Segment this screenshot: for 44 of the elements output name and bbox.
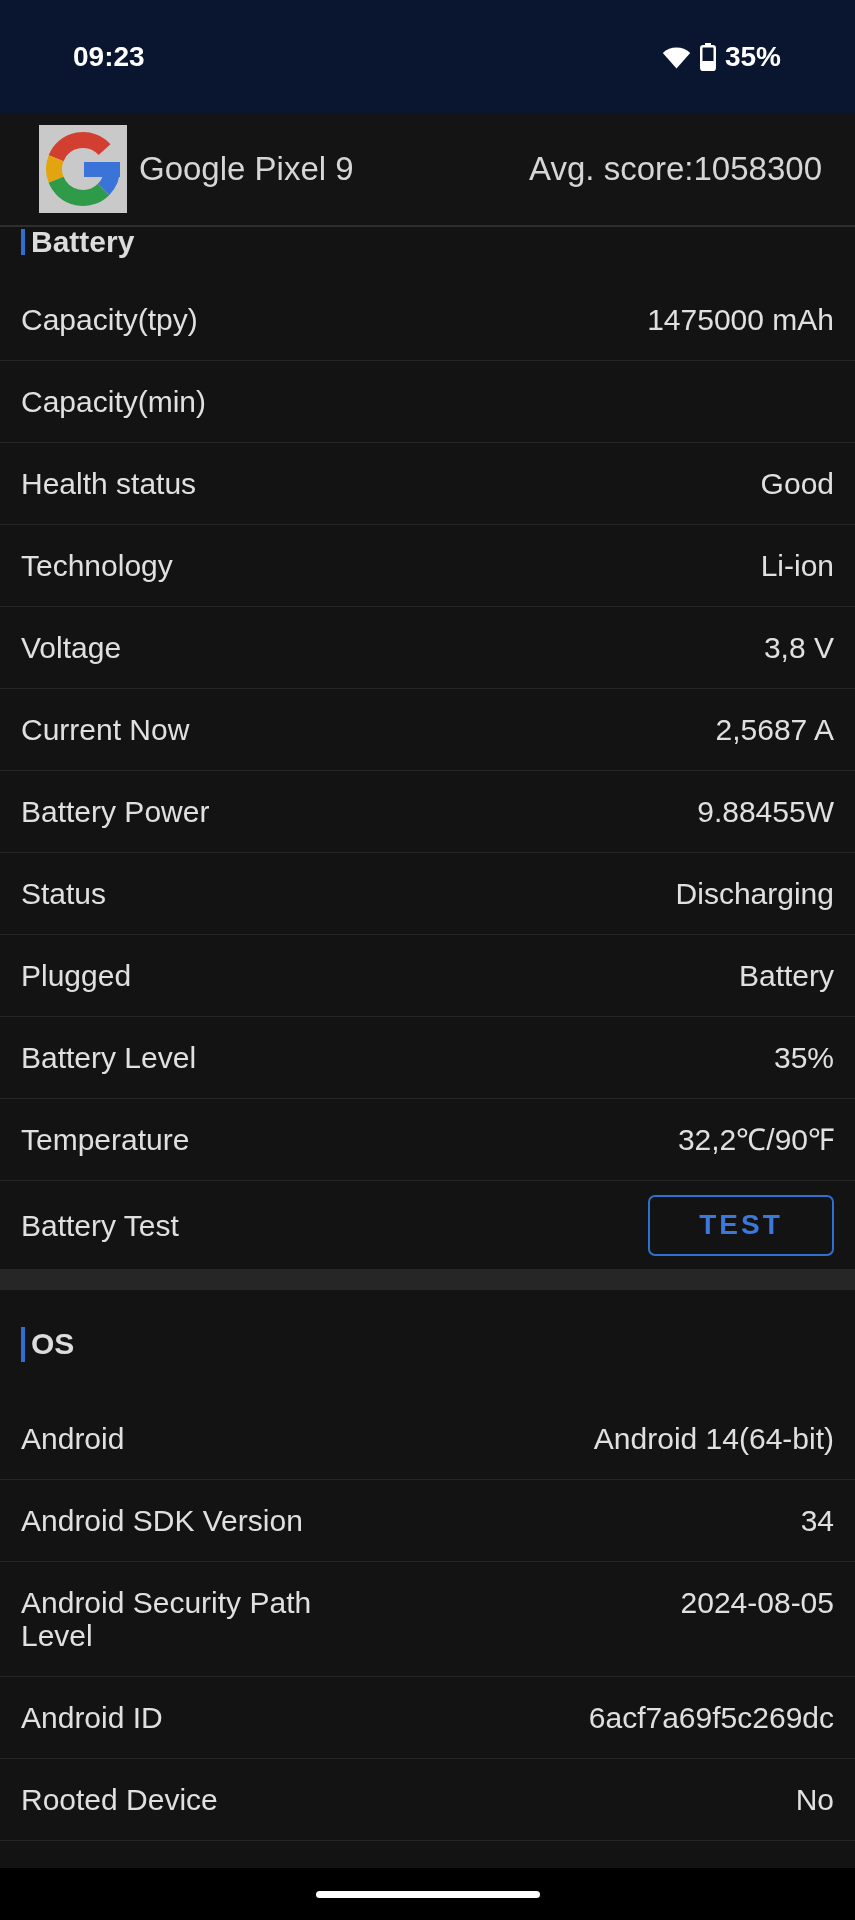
- row-value: 1475000 mAh: [647, 303, 834, 336]
- row-label: Health status: [21, 467, 197, 500]
- row-value: 35%: [773, 1041, 834, 1074]
- battery-icon: [699, 42, 716, 71]
- row-value: 2024-08-05: [680, 1586, 834, 1619]
- row-value: 9.88455W: [697, 795, 834, 828]
- row-value: 6acf7a69f5c269dc: [588, 1701, 834, 1734]
- battery-percent: 35%: [724, 39, 781, 74]
- row-value: 2,5687 A: [715, 713, 834, 746]
- home-indicator[interactable]: [315, 1890, 540, 1898]
- row-label: Battery Test: [21, 1207, 179, 1244]
- row-label: Android SDK Version: [21, 1504, 303, 1537]
- row-label: Capacity(min): [21, 385, 207, 418]
- row-value: No: [795, 1783, 834, 1816]
- average-score: Avg. score:1058300: [529, 149, 822, 190]
- row-label: Android Security Path Level: [21, 1586, 313, 1652]
- row-value: Li-ion: [760, 549, 834, 582]
- section-title: OS: [31, 1329, 75, 1359]
- accent-bar: [21, 1326, 25, 1362]
- row-label: Status: [21, 877, 107, 910]
- row-value: 3,8 V: [763, 631, 834, 664]
- row-value: 34: [800, 1504, 834, 1537]
- accent-bar: [21, 229, 25, 255]
- row-label: Current Now: [21, 713, 190, 746]
- row-value: 32,2℃/90℉: [677, 1123, 834, 1156]
- row-label: Plugged: [21, 959, 132, 992]
- row-value: Discharging: [675, 877, 834, 910]
- row-value: Good: [760, 467, 834, 500]
- row-value: Battery: [738, 959, 834, 992]
- row-label: Capacity(tpy): [21, 303, 198, 336]
- row-label: Temperature: [21, 1123, 190, 1156]
- test-button[interactable]: TEST: [648, 1194, 834, 1256]
- row-label: Technology: [21, 549, 173, 582]
- device-name: Google Pixel 9: [139, 149, 354, 190]
- section-title: Battery: [31, 227, 135, 257]
- row-label: Android: [21, 1422, 125, 1455]
- row-label: Voltage: [21, 631, 122, 664]
- row-label: Rooted Device: [21, 1783, 218, 1816]
- row-label: Battery Level: [21, 1041, 197, 1074]
- g-logo-icon: [39, 125, 127, 213]
- row-label: Android ID: [21, 1701, 163, 1734]
- row-value: Android 14(64-bit): [593, 1422, 834, 1455]
- row-label: Battery Power: [21, 795, 210, 828]
- status-time: 09:23: [73, 39, 145, 74]
